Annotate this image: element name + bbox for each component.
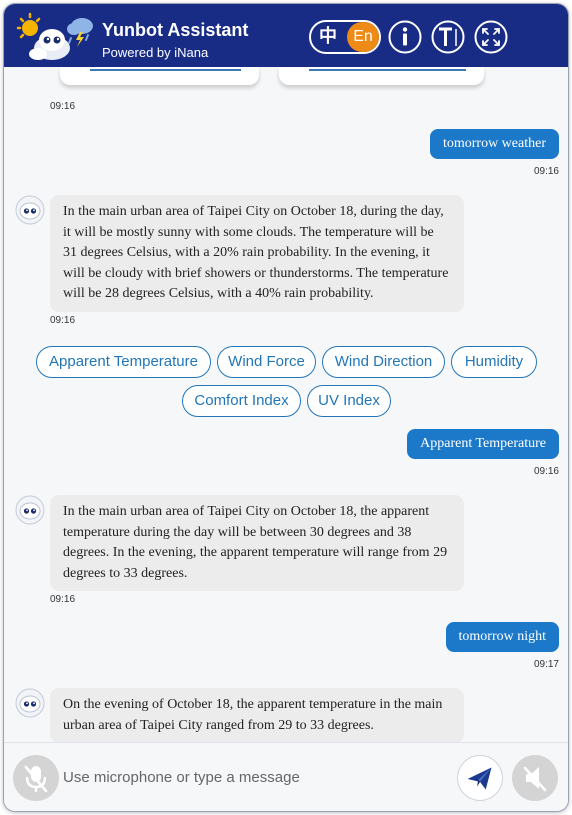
bot-message: In the main urban area of Taipei City on… [50, 495, 464, 591]
timestamp: 09:17 [533, 659, 559, 670]
microphone-off-icon[interactable] [13, 755, 59, 801]
fullscreen-icon[interactable] [474, 20, 508, 54]
result-card[interactable] [279, 67, 484, 85]
chat-window: Yunbot Assistant Powered by iNana 中 En 0… [3, 3, 569, 812]
timestamp: 09:16 [50, 315, 76, 326]
timestamp: 09:16 [50, 594, 76, 605]
timestamp: 09:16 [533, 166, 559, 177]
lang-en-button[interactable]: En [347, 22, 379, 52]
text-size-icon[interactable] [431, 20, 465, 54]
message-input[interactable]: Use microphone or type a message [63, 758, 453, 798]
chat-area[interactable]: 09:16 tomorrow weather 09:16 In the main… [4, 67, 568, 743]
quick-reply-uv-index[interactable]: UV Index [307, 385, 391, 417]
quick-reply-comfort-index[interactable]: Comfort Index [182, 385, 301, 417]
user-message: tomorrow weather [429, 129, 559, 159]
timestamp: 09:16 [50, 101, 76, 112]
bot-message: In the main urban area of Taipei City on… [50, 195, 464, 312]
quick-reply-humidity[interactable]: Humidity [451, 346, 537, 378]
header: Yunbot Assistant Powered by iNana 中 En [4, 4, 568, 67]
timestamp: 09:16 [533, 466, 559, 477]
quick-reply-apparent-temperature[interactable]: Apparent Temperature [36, 346, 211, 378]
quick-reply-wind-force[interactable]: Wind Force [217, 346, 316, 378]
yunbot-logo [16, 12, 93, 60]
language-toggle[interactable]: 中 En [309, 20, 381, 54]
app-subtitle: Powered by iNana [102, 45, 209, 60]
user-message: Apparent Temperature [407, 429, 559, 459]
input-bar: Use microphone or type a message [4, 742, 568, 811]
info-icon[interactable] [388, 20, 422, 54]
user-message: tomorrow night [445, 622, 559, 652]
app-title: Yunbot Assistant [102, 20, 249, 40]
bot-avatar [15, 495, 45, 525]
send-icon[interactable] [457, 755, 503, 801]
bot-avatar [15, 688, 45, 718]
speaker-muted-icon[interactable] [512, 755, 558, 801]
lang-zh-button[interactable]: 中 [311, 22, 345, 52]
result-card[interactable] [60, 67, 259, 85]
bot-avatar [15, 195, 45, 225]
bot-message: On the evening of October 18, the appare… [50, 688, 464, 743]
quick-reply-wind-direction[interactable]: Wind Direction [322, 346, 445, 378]
